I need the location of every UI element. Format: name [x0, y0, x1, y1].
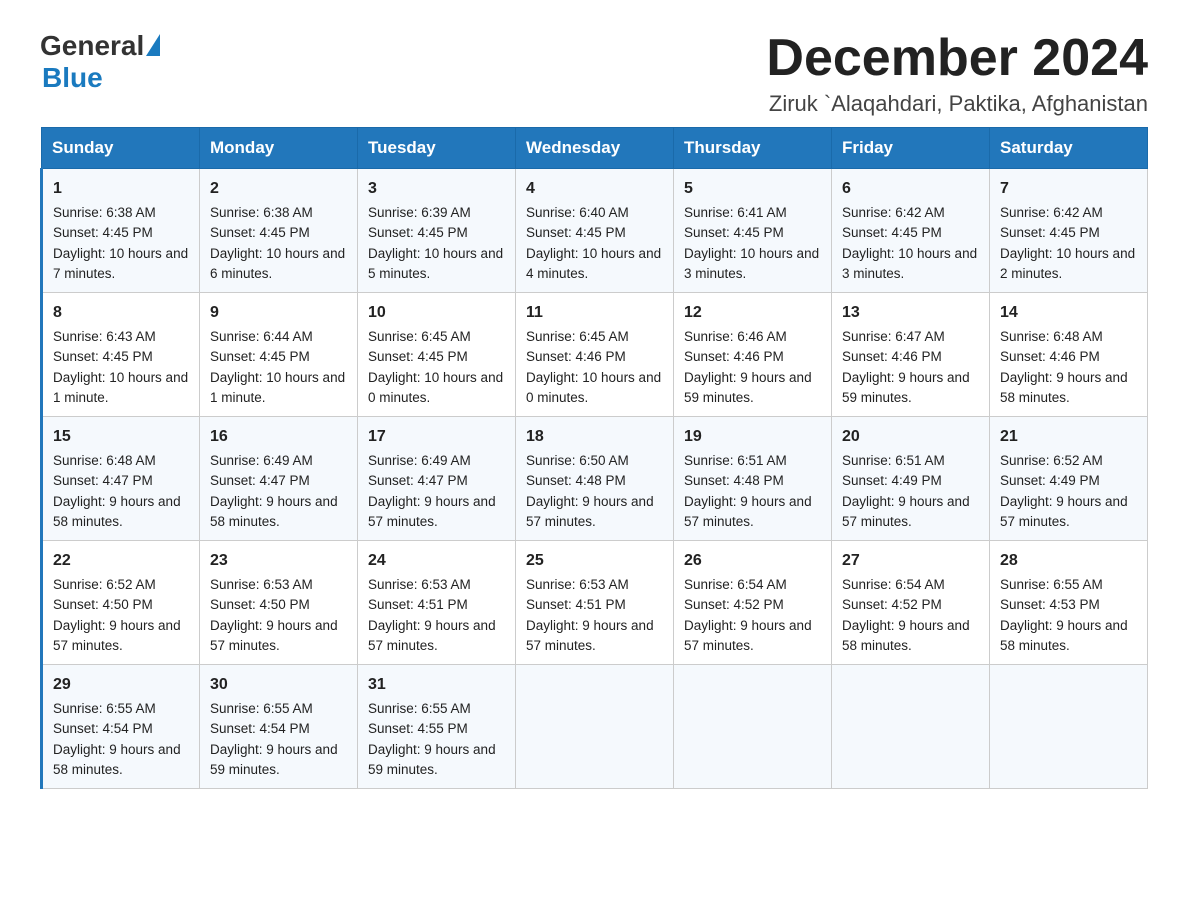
calendar-cell: 25Sunrise: 6:53 AMSunset: 4:51 PMDayligh…: [516, 541, 674, 665]
day-number: 18: [526, 425, 663, 449]
day-number: 23: [210, 549, 347, 573]
day-header-friday: Friday: [832, 128, 990, 169]
page-title: December 2024: [766, 30, 1148, 87]
day-number: 11: [526, 301, 663, 325]
calendar-cell: 5Sunrise: 6:41 AMSunset: 4:45 PMDaylight…: [674, 169, 832, 293]
calendar-cell: 19Sunrise: 6:51 AMSunset: 4:48 PMDayligh…: [674, 417, 832, 541]
day-number: 16: [210, 425, 347, 449]
day-number: 10: [368, 301, 505, 325]
day-number: 24: [368, 549, 505, 573]
day-number: 20: [842, 425, 979, 449]
calendar-cell: [674, 665, 832, 789]
calendar-cell: 2Sunrise: 6:38 AMSunset: 4:45 PMDaylight…: [200, 169, 358, 293]
calendar-week-row: 22Sunrise: 6:52 AMSunset: 4:50 PMDayligh…: [42, 541, 1148, 665]
calendar-week-row: 29Sunrise: 6:55 AMSunset: 4:54 PMDayligh…: [42, 665, 1148, 789]
calendar-cell: [990, 665, 1148, 789]
calendar-cell: 14Sunrise: 6:48 AMSunset: 4:46 PMDayligh…: [990, 293, 1148, 417]
calendar-cell: 7Sunrise: 6:42 AMSunset: 4:45 PMDaylight…: [990, 169, 1148, 293]
calendar-cell: 29Sunrise: 6:55 AMSunset: 4:54 PMDayligh…: [42, 665, 200, 789]
page-subtitle: Ziruk `Alaqahdari, Paktika, Afghanistan: [766, 91, 1148, 117]
logo-blue-text: Blue: [42, 62, 103, 94]
calendar-cell: 15Sunrise: 6:48 AMSunset: 4:47 PMDayligh…: [42, 417, 200, 541]
day-number: 15: [53, 425, 189, 449]
day-number: 1: [53, 177, 189, 201]
calendar-week-row: 15Sunrise: 6:48 AMSunset: 4:47 PMDayligh…: [42, 417, 1148, 541]
day-number: 21: [1000, 425, 1137, 449]
calendar-cell: 6Sunrise: 6:42 AMSunset: 4:45 PMDaylight…: [832, 169, 990, 293]
day-number: 30: [210, 673, 347, 697]
calendar-cell: 24Sunrise: 6:53 AMSunset: 4:51 PMDayligh…: [358, 541, 516, 665]
calendar-cell: 10Sunrise: 6:45 AMSunset: 4:45 PMDayligh…: [358, 293, 516, 417]
day-number: 2: [210, 177, 347, 201]
calendar-table: SundayMondayTuesdayWednesdayThursdayFrid…: [40, 127, 1148, 789]
day-header-saturday: Saturday: [990, 128, 1148, 169]
day-number: 17: [368, 425, 505, 449]
day-number: 9: [210, 301, 347, 325]
calendar-cell: 11Sunrise: 6:45 AMSunset: 4:46 PMDayligh…: [516, 293, 674, 417]
calendar-cell: 13Sunrise: 6:47 AMSunset: 4:46 PMDayligh…: [832, 293, 990, 417]
calendar-cell: 30Sunrise: 6:55 AMSunset: 4:54 PMDayligh…: [200, 665, 358, 789]
calendar-cell: 8Sunrise: 6:43 AMSunset: 4:45 PMDaylight…: [42, 293, 200, 417]
day-number: 14: [1000, 301, 1137, 325]
day-number: 19: [684, 425, 821, 449]
day-number: 4: [526, 177, 663, 201]
day-number: 12: [684, 301, 821, 325]
calendar-cell: 12Sunrise: 6:46 AMSunset: 4:46 PMDayligh…: [674, 293, 832, 417]
calendar-cell: 9Sunrise: 6:44 AMSunset: 4:45 PMDaylight…: [200, 293, 358, 417]
calendar-cell: 18Sunrise: 6:50 AMSunset: 4:48 PMDayligh…: [516, 417, 674, 541]
calendar-cell: 20Sunrise: 6:51 AMSunset: 4:49 PMDayligh…: [832, 417, 990, 541]
day-number: 8: [53, 301, 189, 325]
day-number: 5: [684, 177, 821, 201]
calendar-cell: 1Sunrise: 6:38 AMSunset: 4:45 PMDaylight…: [42, 169, 200, 293]
day-header-sunday: Sunday: [42, 128, 200, 169]
day-number: 31: [368, 673, 505, 697]
calendar-cell: 31Sunrise: 6:55 AMSunset: 4:55 PMDayligh…: [358, 665, 516, 789]
calendar-cell: 22Sunrise: 6:52 AMSunset: 4:50 PMDayligh…: [42, 541, 200, 665]
day-number: 13: [842, 301, 979, 325]
calendar-cell: 23Sunrise: 6:53 AMSunset: 4:50 PMDayligh…: [200, 541, 358, 665]
day-number: 25: [526, 549, 663, 573]
day-header-thursday: Thursday: [674, 128, 832, 169]
logo: General Blue: [40, 30, 160, 94]
calendar-header-row: SundayMondayTuesdayWednesdayThursdayFrid…: [42, 128, 1148, 169]
day-header-monday: Monday: [200, 128, 358, 169]
calendar-cell: [516, 665, 674, 789]
calendar-cell: 3Sunrise: 6:39 AMSunset: 4:45 PMDaylight…: [358, 169, 516, 293]
day-header-tuesday: Tuesday: [358, 128, 516, 169]
calendar-week-row: 8Sunrise: 6:43 AMSunset: 4:45 PMDaylight…: [42, 293, 1148, 417]
day-number: 6: [842, 177, 979, 201]
calendar-cell: 27Sunrise: 6:54 AMSunset: 4:52 PMDayligh…: [832, 541, 990, 665]
logo-general-text: General: [40, 30, 144, 62]
day-number: 3: [368, 177, 505, 201]
calendar-cell: 21Sunrise: 6:52 AMSunset: 4:49 PMDayligh…: [990, 417, 1148, 541]
calendar-cell: 16Sunrise: 6:49 AMSunset: 4:47 PMDayligh…: [200, 417, 358, 541]
title-block: December 2024 Ziruk `Alaqahdari, Paktika…: [766, 30, 1148, 117]
calendar-cell: 26Sunrise: 6:54 AMSunset: 4:52 PMDayligh…: [674, 541, 832, 665]
day-number: 29: [53, 673, 189, 697]
logo-triangle-icon: [146, 34, 160, 56]
day-header-wednesday: Wednesday: [516, 128, 674, 169]
day-number: 7: [1000, 177, 1137, 201]
calendar-cell: 17Sunrise: 6:49 AMSunset: 4:47 PMDayligh…: [358, 417, 516, 541]
page-header: General Blue December 2024 Ziruk `Alaqah…: [40, 30, 1148, 117]
day-number: 26: [684, 549, 821, 573]
day-number: 28: [1000, 549, 1137, 573]
day-number: 27: [842, 549, 979, 573]
calendar-cell: [832, 665, 990, 789]
calendar-week-row: 1Sunrise: 6:38 AMSunset: 4:45 PMDaylight…: [42, 169, 1148, 293]
day-number: 22: [53, 549, 189, 573]
calendar-cell: 28Sunrise: 6:55 AMSunset: 4:53 PMDayligh…: [990, 541, 1148, 665]
calendar-cell: 4Sunrise: 6:40 AMSunset: 4:45 PMDaylight…: [516, 169, 674, 293]
